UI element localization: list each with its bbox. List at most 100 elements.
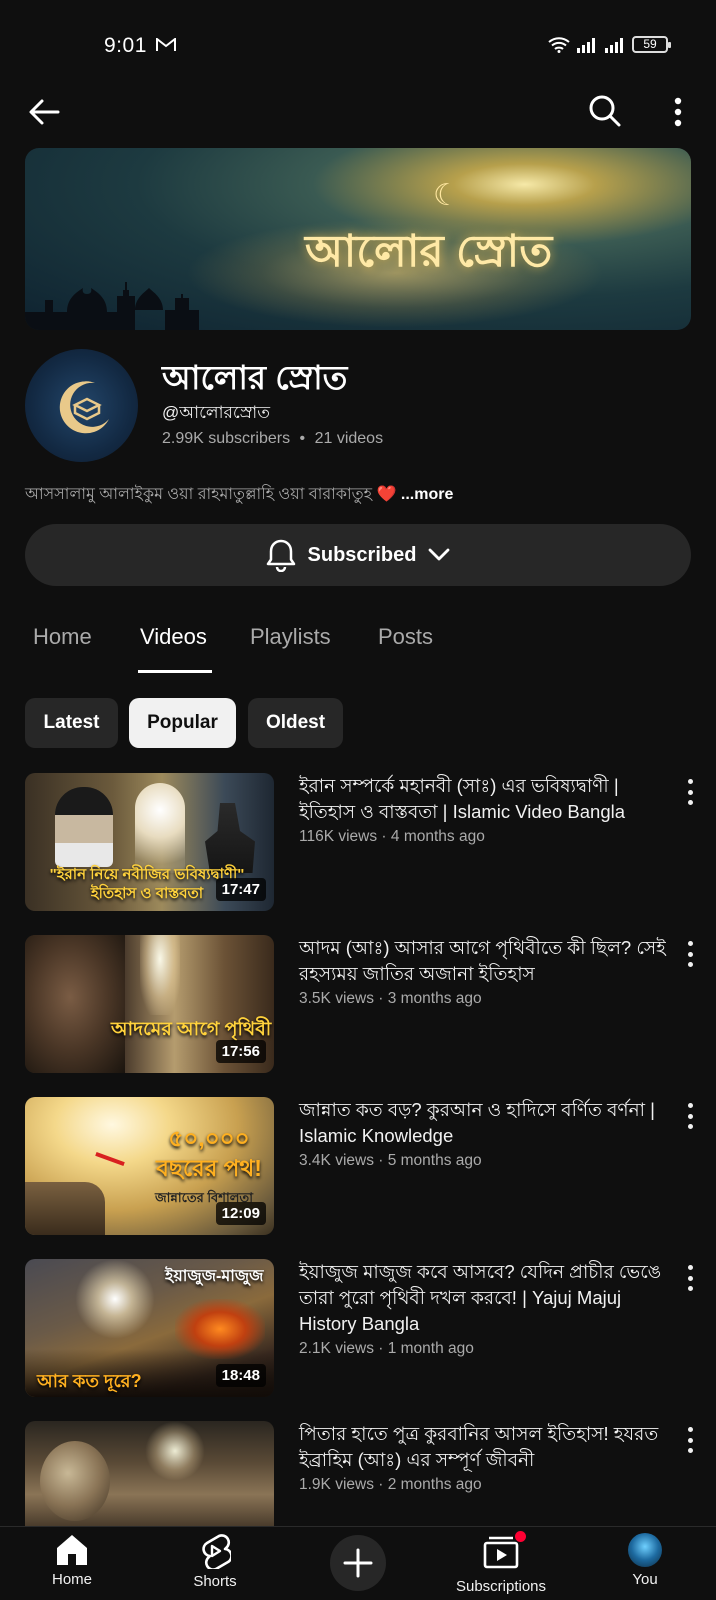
video-menu-button[interactable]	[680, 941, 700, 967]
subscribed-button[interactable]: Subscribed	[25, 524, 691, 586]
video-item[interactable]: ইয়াজুজ-মাজুজ আর কত দূরে? 18:48 ইয়াজুজ …	[0, 1259, 716, 1399]
channel-handle: @আলোরস্রোত	[162, 403, 270, 422]
channel-banner: ☾ আলোর স্রোত	[25, 148, 691, 330]
light-glow	[145, 1421, 205, 1481]
video-menu-button[interactable]	[680, 1265, 700, 1291]
wifi-icon	[548, 36, 570, 53]
shorts-icon	[202, 1534, 231, 1569]
vertical-dots-icon	[674, 97, 682, 127]
ram-figure	[40, 1441, 110, 1521]
video-meta: 3.5K views · 3 months ago	[299, 990, 482, 1007]
figure-portrait	[55, 787, 113, 867]
video-meta: 2.1K views · 1 month ago	[299, 1340, 474, 1357]
cliff	[25, 1182, 105, 1235]
channel-avatar[interactable]	[25, 349, 138, 462]
horse-rider	[205, 803, 255, 873]
subscriptions-icon-wrap	[482, 1531, 526, 1574]
video-title[interactable]: ইরান সম্পর্কে মহানবী (সাঃ) এর ভবিষ্যদ্বা…	[299, 773, 679, 825]
video-title[interactable]: আদম (আঃ) আসার আগে পৃথিবীতে কী ছিল? সেই র…	[299, 935, 679, 987]
more-options-button[interactable]	[664, 92, 692, 132]
thumbnail-caption: ইয়াজুজ-মাজুজ	[165, 1268, 264, 1285]
channel-description[interactable]: আসসালামু আলাইকুম ওয়া রাহমাতুল্লাহি ওয়া…	[25, 481, 453, 508]
nav-shorts[interactable]: Shorts	[160, 1533, 270, 1590]
status-icons: 59	[548, 36, 671, 53]
bottom-navigation: Home Shorts Subscriptions You	[0, 1526, 716, 1600]
nav-you[interactable]: You	[590, 1533, 700, 1588]
video-duration: 17:56	[215, 1040, 266, 1063]
more-link[interactable]: ...more	[401, 486, 453, 503]
video-count: 21 videos	[314, 430, 384, 447]
nav-you-label: You	[632, 1571, 658, 1588]
video-menu-button[interactable]	[680, 1103, 700, 1129]
tab-home[interactable]: Home	[33, 624, 92, 650]
thumbnail-subcaption: আর কত দূরে?	[37, 1371, 142, 1391]
channel-stats: 2.99K subscribers • 21 videos	[162, 430, 383, 448]
video-menu-button[interactable]	[680, 779, 700, 805]
nav-home[interactable]: Home	[17, 1533, 127, 1588]
back-button[interactable]	[24, 92, 64, 132]
back-arrow-icon	[29, 99, 60, 125]
nav-subscriptions[interactable]: Subscriptions	[446, 1531, 556, 1595]
video-title[interactable]: পিতার হাতে পুত্র কুরবানির আসল ইতিহাস! হয…	[299, 1421, 679, 1473]
nav-subscriptions-label: Subscriptions	[455, 1578, 547, 1595]
create-button[interactable]	[330, 1535, 386, 1591]
active-tab-indicator	[138, 670, 212, 673]
gmail-icon	[156, 38, 176, 51]
red-arrow-icon	[95, 1151, 125, 1167]
banner-title: আলোর স্রোত	[305, 227, 553, 276]
tab-playlists[interactable]: Playlists	[250, 624, 331, 650]
nav-shorts-label: Shorts	[193, 1573, 237, 1590]
mosque-silhouette	[25, 282, 199, 330]
video-item[interactable]: আদমের আগে পৃথিবী 17:56 আদম (আঃ) আসার আগে…	[0, 935, 716, 1075]
meta-separator: •	[299, 430, 306, 447]
subscribed-label: Subscribed	[307, 543, 417, 566]
video-thumbnail[interactable]	[25, 1421, 274, 1526]
video-thumbnail[interactable]: ৫০,০০০ বছরের পথ! জান্নাতের বিশালতা 12:09	[25, 1097, 274, 1235]
heart-emoji: ❤️	[376, 486, 397, 503]
video-item[interactable]: ৫০,০০০ বছরের পথ! জান্নাতের বিশালতা 12:09…	[0, 1097, 716, 1237]
signal-icon	[577, 37, 595, 53]
video-title[interactable]: জান্নাত কত বড়? কুরআন ও হাদিসে বর্ণিত বর…	[299, 1097, 679, 1149]
video-duration: 17:47	[215, 878, 266, 901]
bell-icon	[266, 539, 295, 572]
crescent-moon-icon: ☾	[433, 179, 460, 212]
home-icon	[57, 1535, 87, 1565]
chip-popular[interactable]: Popular	[129, 698, 236, 748]
status-bar: 9:01 59	[0, 0, 716, 90]
video-thumbnail[interactable]: "ইরান নিয়ে নবীজির ভবিষ্যদ্বাণী" ইতিহাস …	[25, 773, 274, 911]
light-burst	[75, 1259, 155, 1339]
avatar	[628, 1533, 662, 1567]
description-text: আসসালামু আলাইকুম ওয়া রাহমাতুল্লাহি ওয়া…	[25, 486, 373, 503]
man-face	[25, 935, 125, 1073]
light-beam	[140, 935, 180, 1015]
search-button[interactable]	[584, 90, 626, 132]
video-thumbnail[interactable]: আদমের আগে পৃথিবী 17:56	[25, 935, 274, 1073]
video-duration: 18:48	[215, 1364, 266, 1387]
status-time: 9:01	[104, 34, 147, 57]
chevron-down-icon	[429, 548, 450, 561]
video-duration: 12:09	[215, 1202, 266, 1225]
thumbnail-caption: আদমের আগে পৃথিবী	[111, 1019, 272, 1040]
signal-icon	[605, 37, 623, 53]
chip-oldest[interactable]: Oldest	[248, 698, 343, 748]
nav-home-label: Home	[51, 1571, 92, 1588]
video-meta: 1.9K views · 2 months ago	[299, 1476, 482, 1493]
battery-indicator: 59	[632, 36, 671, 53]
channel-tabs: Home Videos Playlists Posts	[0, 612, 716, 676]
chip-latest[interactable]: Latest	[25, 698, 118, 748]
tab-posts[interactable]: Posts	[378, 624, 433, 650]
subscriptions-icon	[483, 1536, 519, 1569]
video-title[interactable]: ইয়াজুজ মাজুজ কবে আসবে? যেদিন প্রাচীর ভে…	[299, 1259, 679, 1337]
notification-dot	[515, 1531, 526, 1542]
video-thumbnail[interactable]: ইয়াজুজ-মাজুজ আর কত দূরে? 18:48	[25, 1259, 274, 1397]
video-menu-button[interactable]	[680, 1427, 700, 1453]
video-item[interactable]: "ইরান নিয়ে নবীজির ভবিষ্যদ্বাণী" ইতিহাস …	[0, 773, 716, 913]
search-icon	[589, 95, 621, 127]
create-icon	[343, 1548, 373, 1578]
tab-videos[interactable]: Videos	[140, 624, 207, 650]
crescent-book-logo	[59, 380, 109, 433]
thumbnail-caption: ৫০,০০০ বছরের পথ!	[156, 1125, 262, 1181]
video-meta: 116K views · 4 months ago	[299, 828, 485, 845]
subscriber-count: 2.99K subscribers	[162, 430, 291, 447]
video-meta: 3.4K views · 5 months ago	[299, 1152, 482, 1169]
